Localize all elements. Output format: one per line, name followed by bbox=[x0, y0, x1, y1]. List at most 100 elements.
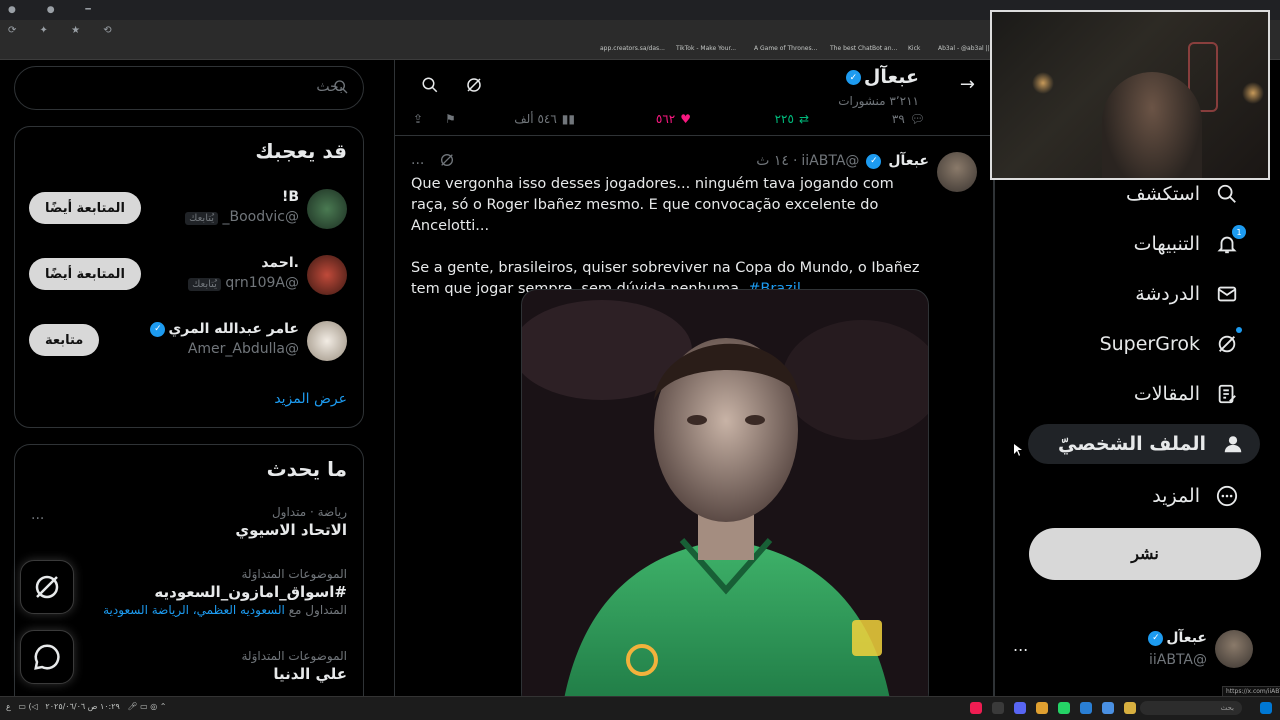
bookmark-item[interactable]: app.creators.sa/das... bbox=[600, 45, 665, 52]
trend-category: الموضوعات المتداوَلة bbox=[241, 567, 347, 581]
user-handle: @Amer_Abdulla bbox=[187, 341, 299, 357]
tweet-paragraph: Que vergonha isso desses jogadores... ni… bbox=[411, 176, 894, 234]
tiktok-icon[interactable] bbox=[970, 702, 982, 714]
grok-icon bbox=[1214, 327, 1242, 357]
bookmark-item[interactable]: A Game of Thrones... bbox=[754, 45, 817, 52]
card-title: قد يعجبك bbox=[255, 139, 347, 163]
bookmark-item[interactable]: Ab3al - @ab3al ||... bbox=[938, 45, 995, 52]
more-icon[interactable]: ... bbox=[411, 152, 424, 168]
window-controls[interactable]: ● ● ━ bbox=[8, 5, 105, 15]
bookmark-item[interactable]: TikTok - Make Your... bbox=[676, 45, 736, 52]
reply-button[interactable]: 💬︎ ٣٩ bbox=[892, 112, 925, 126]
taskbar-tray[interactable]: ١٠:٢٩ ص ٢٠٢٥/٠٦/٠٦ ◁) ▭ ع 🎤︎ ▭ ◎ ⌃ bbox=[6, 702, 167, 711]
account-switcher[interactable]: عبعآل✓ @iiABTA ... bbox=[1005, 626, 1265, 676]
view-count: ٥٤٦ ألف bbox=[514, 112, 557, 126]
search-icon[interactable] bbox=[419, 74, 441, 96]
card-title: ما يحدث bbox=[266, 457, 347, 481]
page-title: عبعآل✓ bbox=[843, 66, 919, 88]
user-handle-text: @Boodvic_ bbox=[222, 209, 300, 225]
separator: · bbox=[792, 153, 798, 169]
sidebar-item-chat[interactable]: الدردشة bbox=[1135, 274, 1240, 314]
avatar[interactable] bbox=[937, 152, 977, 192]
discord-icon[interactable] bbox=[1014, 702, 1026, 714]
verified-icon: ✓ bbox=[150, 321, 166, 337]
views-button[interactable]: ▮▮ ٥٤٦ ألف bbox=[514, 112, 575, 126]
start-icon[interactable] bbox=[1260, 702, 1272, 714]
chrome-icon[interactable] bbox=[1036, 702, 1048, 714]
user-name: عامر عبدالله المري✓ bbox=[147, 321, 299, 337]
webcam-lamp bbox=[1242, 82, 1264, 104]
follow-button[interactable]: المتابعة أيضًا bbox=[29, 258, 141, 290]
sidebar-item-supergrok[interactable]: SuperGrok bbox=[1099, 324, 1242, 364]
app-icon[interactable] bbox=[992, 702, 1004, 714]
bookmark-item[interactable]: Kick bbox=[908, 45, 920, 52]
share-icon[interactable]: ⇪ bbox=[413, 112, 423, 126]
webcam-person bbox=[1102, 72, 1202, 178]
sidebar-item-label: التنبيهات bbox=[1133, 233, 1200, 255]
messages-float-button[interactable] bbox=[20, 630, 74, 684]
trend-category: الموضوعات المتداوَلة bbox=[241, 649, 347, 663]
tweet-image[interactable] bbox=[521, 289, 929, 709]
clock: ١٠:٢٩ ص bbox=[87, 702, 120, 711]
repost-icon: ⇄ bbox=[798, 112, 809, 126]
trend-related: المتداول مع السعوديه العظمي، الرياضة الس… bbox=[29, 603, 347, 617]
author-name[interactable]: عبعآل bbox=[888, 153, 929, 169]
repost-button[interactable]: ⇄ ٢٢٥ bbox=[775, 112, 809, 126]
sidebar-item-profile[interactable]: الملف الشخصيّ bbox=[1027, 424, 1260, 464]
like-count: ٥٦٢ bbox=[655, 112, 676, 126]
trend-category: رياضة · متداول bbox=[271, 505, 347, 519]
more-icon[interactable]: ... bbox=[31, 507, 44, 523]
mail-app-icon[interactable] bbox=[1102, 702, 1114, 714]
verified-icon: ✓ bbox=[866, 153, 882, 169]
browser-nav-buttons[interactable]: ⟳ ✦ ★ ⟲ bbox=[8, 25, 122, 36]
sidebar-item-label: SuperGrok bbox=[1099, 333, 1200, 355]
grok-float-button[interactable] bbox=[20, 560, 74, 614]
sidebar-item-label: الملف الشخصيّ bbox=[1057, 433, 1206, 455]
language-indicator: ع bbox=[6, 702, 11, 711]
bookmark-icon[interactable]: ⚑ bbox=[445, 112, 456, 126]
follows-you-badge: يُتابعك bbox=[188, 278, 221, 291]
chart-icon: ▮▮ bbox=[561, 112, 575, 126]
grok-icon[interactable] bbox=[439, 152, 455, 172]
sidebar-item-more[interactable]: المزيد bbox=[1152, 476, 1240, 516]
trend-related-links[interactable]: السعوديه العظمي، الرياضة السعودية bbox=[103, 603, 285, 617]
like-button[interactable]: ♥ ٥٦٢ bbox=[656, 112, 691, 126]
post-button[interactable]: نشر bbox=[1029, 528, 1261, 580]
previous-post-actions: 💬︎ ٣٩ ⇄ ٢٢٥ ♥ ٥٦٢ ▮▮ ٥٤٦ ألف ⚑ ⇪ bbox=[395, 108, 995, 136]
bookmark-item[interactable]: The best ChatBot an... bbox=[830, 45, 897, 52]
user-handle: @qrn109A يُتابعك bbox=[184, 275, 299, 291]
sidebar-item-notifications[interactable]: 1 التنبيهات bbox=[1133, 224, 1246, 264]
grok-icon[interactable] bbox=[463, 74, 485, 96]
back-arrow-icon[interactable]: → bbox=[960, 74, 975, 95]
follow-suggestion[interactable]: .احمد @qrn109A يُتابعك المتابعة أيضًا bbox=[29, 253, 347, 297]
account-handle: @iiABTA bbox=[1148, 652, 1207, 668]
more-icon[interactable]: ... bbox=[1013, 636, 1028, 655]
trend-item[interactable]: الموضوعات المتداوَلة #اسواق_امازون_السعو… bbox=[29, 567, 347, 617]
sidebar-item-articles[interactable]: المقالات bbox=[1134, 374, 1240, 414]
folder-icon[interactable] bbox=[1124, 702, 1136, 714]
webcam-lamp bbox=[1032, 72, 1054, 94]
search-icon bbox=[333, 79, 349, 99]
trend-item[interactable]: الموضوعات المتداوَلة علي الدنيا bbox=[29, 649, 347, 683]
trend-item[interactable]: رياضة · متداول الاتحاد الاسيوي bbox=[29, 505, 347, 539]
follow-button[interactable]: متابعة bbox=[29, 324, 100, 356]
show-more-link[interactable]: عرض المزيد bbox=[274, 391, 347, 407]
heart-icon: ♥ bbox=[680, 112, 691, 126]
tweet-time[interactable]: ١٤ ث bbox=[756, 153, 789, 169]
post-count: ٣٬٢١١ منشورات bbox=[838, 94, 919, 108]
app-icon[interactable] bbox=[1080, 702, 1092, 714]
repost-count: ٢٢٥ bbox=[774, 112, 794, 126]
follow-suggestion[interactable]: عامر عبدالله المري✓ @Amer_Abdulla متابعة bbox=[29, 319, 347, 363]
follow-suggestion[interactable]: B! @Boodvic_ يُتابعك المتابعة أيضًا bbox=[29, 187, 347, 231]
verified-icon: ✓ bbox=[1148, 630, 1164, 646]
taskbar-search[interactable]: بحث bbox=[1140, 701, 1242, 715]
account-name-text: عبعآل bbox=[1166, 630, 1207, 646]
search-box[interactable]: بحث bbox=[14, 66, 364, 110]
tweet-header: عبعآل ✓ @iiABTA · ١٤ ث bbox=[756, 153, 929, 169]
chat-bubble-icon bbox=[34, 644, 60, 670]
follow-button[interactable]: المتابعة أيضًا bbox=[29, 192, 141, 224]
author-handle[interactable]: @iiABTA bbox=[801, 153, 859, 169]
sidebar-item-explore[interactable]: استكشف bbox=[1126, 174, 1240, 214]
whatsapp-icon[interactable] bbox=[1058, 702, 1070, 714]
sidebar-item-label: المقالات bbox=[1133, 383, 1200, 405]
